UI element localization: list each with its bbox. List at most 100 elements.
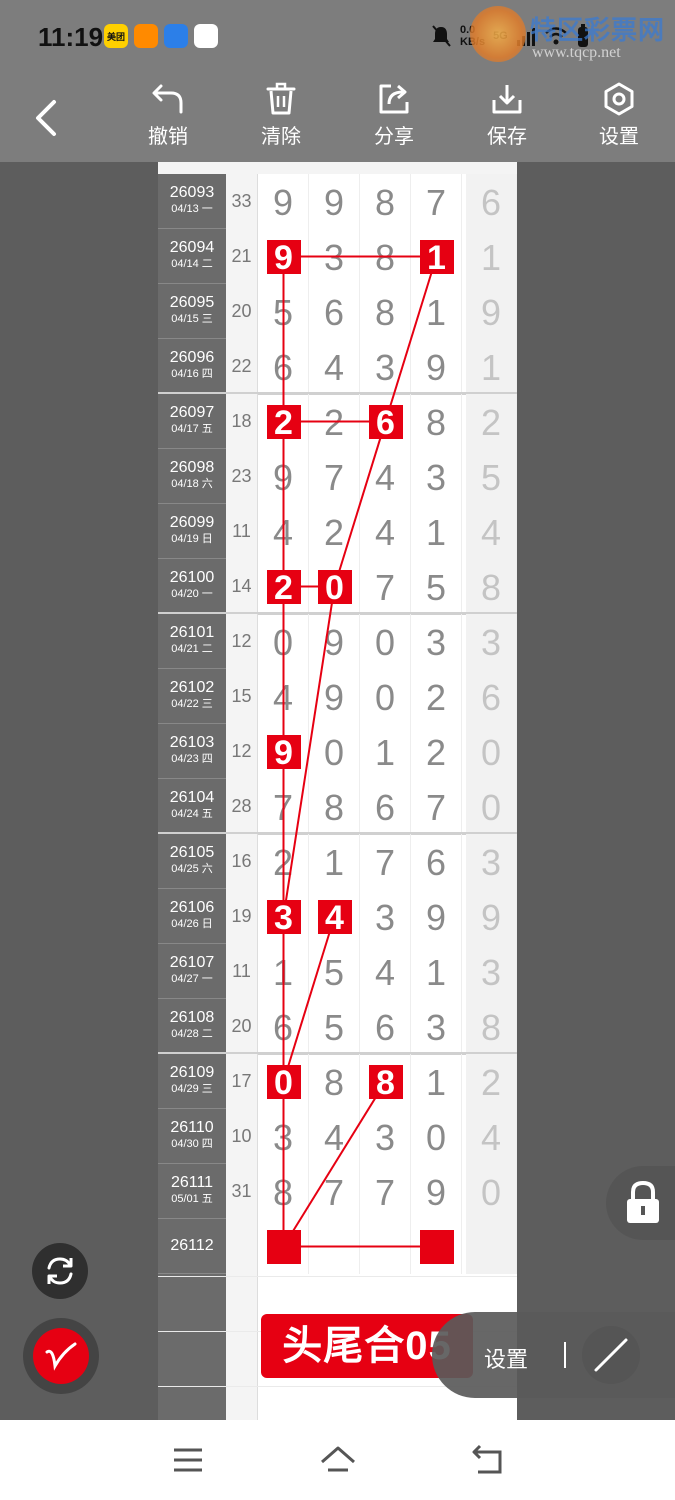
digit-cell[interactable]: 8 [309, 779, 360, 834]
table-row[interactable]: 26109 04/29 三 17 0 8 8 1 2 [158, 1054, 517, 1109]
digit-cell[interactable]: 3 [411, 999, 462, 1054]
digit-cell[interactable]: 0 [309, 559, 360, 614]
digit-cell[interactable]: 2 [411, 724, 462, 779]
digit-cell[interactable]: 4 [309, 1109, 360, 1164]
draw-settings-label[interactable]: 设置 [484, 1342, 528, 1374]
digit-cell[interactable]: 6 [411, 834, 462, 889]
digit-cell[interactable]: 6 [258, 999, 309, 1054]
digit-cell[interactable]: 3 [258, 889, 309, 944]
digit-cell[interactable]: 9 [258, 174, 309, 229]
digit-cell[interactable]: 4 [258, 504, 309, 559]
digit-cell[interactable] [411, 1219, 462, 1274]
table-row[interactable]: 26095 04/15 三 20 5 6 8 1 9 [158, 284, 517, 339]
pen-button[interactable] [23, 1318, 99, 1394]
digit-cell[interactable]: 1 [411, 229, 462, 284]
digit-cell[interactable]: 2 [411, 669, 462, 724]
lock-button[interactable] [606, 1166, 675, 1240]
refresh-button[interactable] [32, 1243, 88, 1299]
home-nav-button[interactable] [318, 1442, 358, 1478]
digit-cell[interactable]: 3 [411, 614, 462, 669]
table-row[interactable]: 26097 04/17 五 18 2 2 6 8 2 [158, 394, 517, 449]
digit-cell[interactable]: 3 [360, 1109, 411, 1164]
digit-cell[interactable]: 1 [411, 944, 462, 999]
back-button[interactable] [28, 96, 68, 140]
digit-cell[interactable]: 0 [360, 669, 411, 724]
digit-cell[interactable]: 2 [309, 504, 360, 559]
digit-cell[interactable]: 1 [258, 944, 309, 999]
digit-cell[interactable]: 2 [258, 559, 309, 614]
digit-cell[interactable]: 4 [258, 669, 309, 724]
table-row[interactable]: 26093 04/13 一 33 9 9 8 7 6 [158, 174, 517, 229]
digit-cell[interactable]: 2 [309, 394, 360, 449]
digit-cell[interactable]: 7 [309, 1164, 360, 1219]
save-button[interactable]: 保存 [467, 82, 547, 152]
digit-cell[interactable]: 0 [360, 614, 411, 669]
digit-cell[interactable]: 3 [360, 889, 411, 944]
digit-cell[interactable] [309, 1219, 360, 1274]
digit-cell[interactable]: 4 [360, 504, 411, 559]
digit-cell[interactable]: 4 [309, 889, 360, 944]
line-tool-button[interactable] [582, 1326, 640, 1384]
digit-cell[interactable]: 6 [360, 779, 411, 834]
table-row[interactable]: 26099 04/19 日 11 4 2 4 1 4 [158, 504, 517, 559]
table-row[interactable]: 26110 04/30 四 10 3 4 3 0 4 [158, 1109, 517, 1164]
digit-cell[interactable]: 8 [309, 1054, 360, 1109]
digit-cell[interactable]: 1 [411, 1054, 462, 1109]
table-row[interactable]: 26103 04/23 四 12 9 0 1 2 0 [158, 724, 517, 779]
digit-cell[interactable] [258, 1219, 309, 1274]
digit-cell[interactable]: 6 [258, 339, 309, 394]
trend-chart-grid[interactable]: 26093 04/13 一 33 9 9 8 7 6 26094 04/14 二 21 9 3 8 1 1 26… [158, 162, 517, 1420]
digit-cell[interactable]: 9 [309, 174, 360, 229]
digit-cell[interactable]: 7 [360, 834, 411, 889]
table-row[interactable]: 26096 04/16 四 22 6 4 3 9 1 [158, 339, 517, 394]
digit-cell[interactable]: 5 [258, 284, 309, 339]
digit-cell[interactable]: 9 [258, 229, 309, 284]
digit-cell[interactable]: 0 [309, 724, 360, 779]
table-row[interactable]: 26098 04/18 六 23 9 7 4 3 5 [158, 449, 517, 504]
digit-cell[interactable]: 8 [360, 229, 411, 284]
table-row[interactable]: 26101 04/21 二 12 0 9 0 3 3 [158, 614, 517, 669]
digit-cell[interactable]: 9 [411, 1164, 462, 1219]
digit-cell[interactable]: 3 [360, 339, 411, 394]
digit-cell[interactable]: 9 [258, 449, 309, 504]
digit-cell[interactable]: 4 [360, 449, 411, 504]
digit-cell[interactable]: 1 [411, 504, 462, 559]
digit-cell[interactable]: 4 [309, 339, 360, 394]
digit-cell[interactable]: 5 [309, 999, 360, 1054]
digit-cell[interactable]: 7 [411, 779, 462, 834]
digit-cell[interactable]: 1 [360, 724, 411, 779]
digit-cell[interactable]: 3 [258, 1109, 309, 1164]
digit-cell[interactable]: 3 [309, 229, 360, 284]
share-button[interactable]: 分享 [354, 82, 434, 152]
digit-cell[interactable]: 8 [360, 174, 411, 229]
digit-cell[interactable]: 0 [411, 1109, 462, 1164]
digit-cell[interactable]: 0 [258, 614, 309, 669]
digit-cell[interactable]: 9 [309, 614, 360, 669]
digit-cell[interactable]: 9 [411, 339, 462, 394]
menu-nav-button[interactable] [168, 1442, 208, 1478]
digit-cell[interactable]: 0 [258, 1054, 309, 1109]
digit-cell[interactable]: 9 [309, 669, 360, 724]
digit-cell[interactable]: 8 [360, 1054, 411, 1109]
digit-cell[interactable]: 9 [411, 889, 462, 944]
digit-cell[interactable] [360, 1219, 411, 1274]
digit-cell[interactable]: 1 [309, 834, 360, 889]
table-row[interactable]: 26108 04/28 二 20 6 5 6 3 8 [158, 999, 517, 1054]
draw-settings-pill[interactable]: 设置 [432, 1312, 675, 1398]
digit-cell[interactable]: 6 [360, 394, 411, 449]
clear-button[interactable]: 清除 [241, 82, 321, 152]
digit-cell[interactable]: 3 [411, 449, 462, 504]
digit-cell[interactable]: 7 [360, 1164, 411, 1219]
digit-cell[interactable]: 7 [309, 449, 360, 504]
table-row[interactable]: 26094 04/14 二 21 9 3 8 1 1 [158, 229, 517, 284]
table-row[interactable]: 26111 05/01 五 31 8 7 7 9 0 [158, 1164, 517, 1219]
back-nav-button[interactable] [468, 1442, 508, 1478]
table-row[interactable]: 26112 [158, 1219, 517, 1274]
digit-cell[interactable]: 9 [258, 724, 309, 779]
digit-cell[interactable]: 5 [411, 559, 462, 614]
digit-cell[interactable]: 5 [309, 944, 360, 999]
digit-cell[interactable]: 2 [258, 834, 309, 889]
table-row[interactable]: 26102 04/22 三 15 4 9 0 2 6 [158, 669, 517, 724]
digit-cell[interactable]: 8 [411, 394, 462, 449]
table-row[interactable]: 26105 04/25 六 16 2 1 7 6 3 [158, 834, 517, 889]
